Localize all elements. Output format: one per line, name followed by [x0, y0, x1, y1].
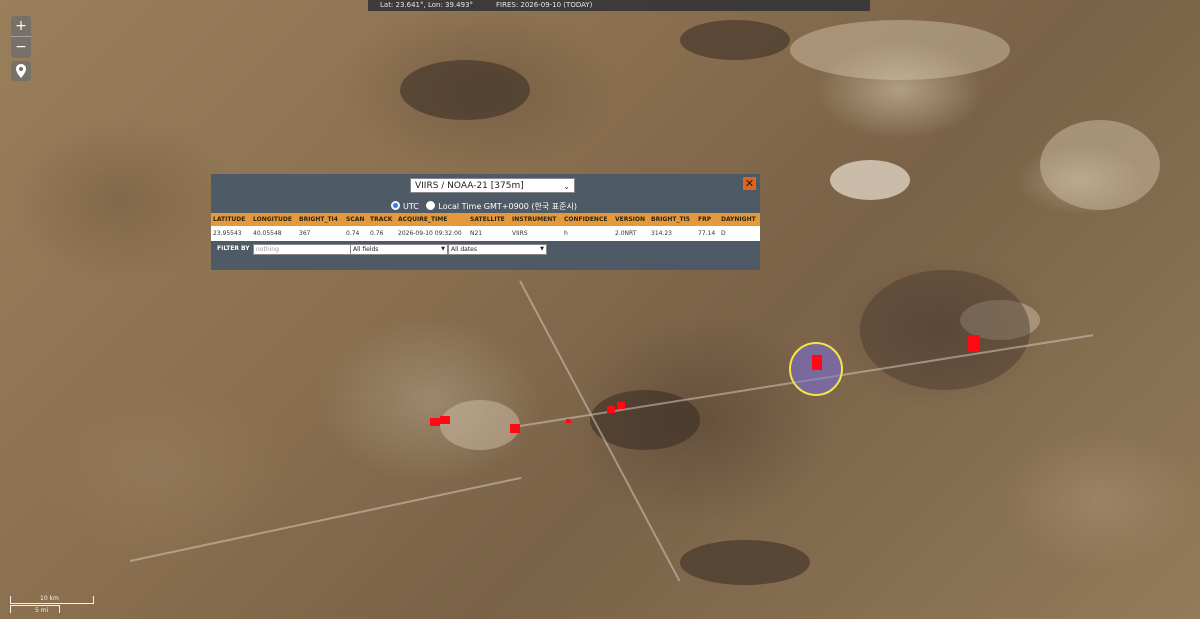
- fire-marker[interactable]: [430, 418, 440, 426]
- close-button[interactable]: ✕: [743, 177, 756, 190]
- satellite-select-value: VIIRS / NOAA-21 [375m]: [415, 181, 524, 191]
- fire-marker[interactable]: [607, 406, 615, 413]
- scale-bar: 10 km 5 mi: [10, 595, 94, 614]
- table-cell: 0.76: [370, 230, 384, 237]
- table-cell: 40.05548: [253, 230, 282, 237]
- terrain-wadi: [790, 20, 1010, 80]
- fire-marker[interactable]: [566, 419, 571, 423]
- column-header: VERSION: [615, 216, 646, 223]
- filter-label: FILTER BY: [217, 245, 250, 252]
- column-header: DAYNIGHT: [721, 216, 756, 223]
- terrain-wadi: [1040, 120, 1160, 210]
- table-cell: 23.95543: [213, 230, 242, 237]
- column-header: ACQUIRE_TIME: [398, 216, 448, 223]
- fields-select-value: All fields: [353, 246, 379, 253]
- terrain-lava-field: [680, 540, 810, 585]
- selected-fire-highlight[interactable]: [789, 342, 843, 396]
- cursor-coordinates: Lat: 23.641°, Lon: 39.493°: [380, 1, 474, 9]
- table-cell: 2.0NRT: [615, 230, 637, 237]
- locate-button[interactable]: [11, 61, 31, 81]
- zoom-in-button[interactable]: +: [11, 16, 31, 36]
- terrain-dark-rock: [860, 270, 1030, 390]
- table-cell: N21: [470, 230, 483, 237]
- fire-marker[interactable]: [510, 424, 520, 433]
- table-cell: h: [564, 230, 568, 237]
- chevron-down-icon: ▼: [540, 246, 544, 252]
- table-cell: 2026-09-10 09:32:00: [398, 230, 462, 237]
- terrain-wadi: [440, 400, 520, 450]
- chevron-down-icon: ▼: [441, 246, 445, 252]
- terrain-salt-flat: [830, 160, 910, 200]
- chevron-down-icon: ⌄: [563, 182, 570, 191]
- column-header: TRACK: [370, 216, 393, 223]
- local-time-radio-label: Local Time GMT+0900 (한국 표준시): [438, 202, 577, 211]
- dates-select[interactable]: All dates ▼: [448, 244, 547, 255]
- terrain-dark-rock: [400, 60, 530, 120]
- filter-bar: FILTER BY nothing All fields ▼ All dates…: [211, 242, 760, 256]
- table-cell: 0.74: [346, 230, 360, 237]
- column-header: FRP: [698, 216, 712, 223]
- table-row: 23.95543 40.05548 367 0.74 0.76 2026-09-…: [211, 226, 760, 241]
- table-cell: D: [721, 230, 726, 237]
- time-zone-toggle: UTC Local Time GMT+0900 (한국 표준시): [391, 201, 577, 212]
- local-time-radio[interactable]: [426, 201, 436, 210]
- fire-marker[interactable]: [617, 402, 625, 409]
- scale-metric-label: 10 km: [40, 595, 59, 602]
- table-cell: 77.14: [698, 230, 716, 237]
- table-cell: 314.23: [651, 230, 672, 237]
- table-header: LATITUDE LONGITUDE BRIGHT_TI4 SCAN TRACK…: [211, 213, 760, 226]
- terrain-dark-rock: [680, 20, 790, 60]
- satellite-map[interactable]: [0, 0, 1200, 619]
- column-header: LATITUDE: [213, 216, 246, 223]
- column-header: CONFIDENCE: [564, 216, 608, 223]
- dates-select-value: All dates: [451, 246, 478, 253]
- road: [129, 476, 522, 562]
- coordinate-bar: Lat: 23.641°, Lon: 39.493° FIRES: 2026-0…: [368, 0, 870, 11]
- zoom-out-button[interactable]: −: [11, 36, 31, 57]
- zoom-control: + −: [11, 16, 31, 58]
- column-header: SCAN: [346, 216, 365, 223]
- column-header: BRIGHT_TI4: [299, 216, 338, 223]
- filter-input[interactable]: nothing: [253, 244, 352, 255]
- fire-marker[interactable]: [968, 335, 980, 351]
- column-header: INSTRUMENT: [512, 216, 557, 223]
- fire-marker-selected[interactable]: [812, 355, 822, 370]
- fire-info-popup: VIIRS / NOAA-21 [375m] ⌄ ✕ UTC Local Tim…: [211, 174, 760, 270]
- fields-select[interactable]: All fields ▼: [350, 244, 448, 255]
- table-cell: 367: [299, 230, 311, 237]
- column-header: SATELLITE: [470, 216, 505, 223]
- map-pin-icon: [16, 64, 26, 78]
- satellite-select[interactable]: VIIRS / NOAA-21 [375m] ⌄: [410, 178, 575, 193]
- scale-imperial-label: 5 mi: [35, 607, 49, 614]
- utc-radio[interactable]: [391, 201, 400, 210]
- column-header: BRIGHT_TI5: [651, 216, 690, 223]
- fire-marker[interactable]: [440, 416, 450, 424]
- table-cell: VIIRS: [512, 230, 528, 237]
- column-header: LONGITUDE: [253, 216, 292, 223]
- fires-date: FIRES: 2026-09-10 (TODAY): [496, 1, 593, 9]
- utc-radio-label: UTC: [403, 202, 419, 211]
